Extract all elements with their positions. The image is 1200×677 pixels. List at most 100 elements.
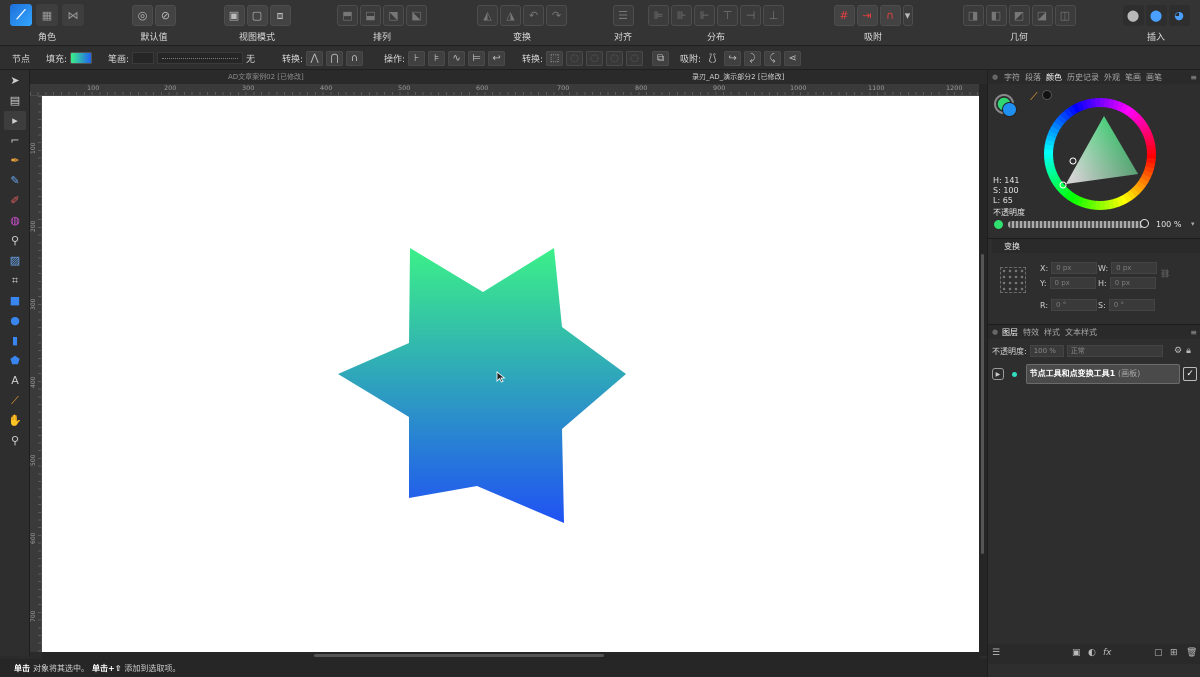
snap-option-2-icon[interactable]: ↪ — [724, 50, 742, 66]
pen-tool-icon[interactable]: ✒ — [4, 151, 26, 170]
h-input[interactable]: 0 px — [1109, 277, 1156, 289]
align-middle-icon[interactable]: ⊣ — [740, 5, 761, 26]
snap-option-3-icon[interactable]: ⤸ — [744, 50, 762, 66]
pixel-persona-icon[interactable]: ▦ — [36, 4, 58, 26]
polygon-tool-icon[interactable]: ⬟ — [4, 351, 26, 370]
artboard-canvas[interactable] — [42, 96, 980, 652]
fill-tool-icon[interactable]: ◍ — [4, 211, 26, 230]
aspect-lock-icon[interactable]: ⛓ — [1160, 269, 1170, 278]
hue-ring-segment[interactable] — [1146, 149, 1156, 155]
rotate-right-icon[interactable]: ↷ — [546, 5, 567, 26]
add-mask-icon[interactable]: ▣ — [1072, 648, 1081, 658]
layer-opacity-input[interactable]: 100 % — [1029, 345, 1064, 357]
arrange-front-icon[interactable]: ⬕ — [406, 5, 427, 26]
tab-color[interactable]: 颜色 — [1046, 72, 1062, 83]
align-center-icon[interactable]: ⊪ — [671, 5, 692, 26]
fx-icon[interactable]: fx — [1103, 648, 1112, 658]
transform-option-2-icon[interactable]: ◌ — [586, 50, 604, 66]
align-left-icon[interactable]: ⊫ — [648, 5, 669, 26]
smooth-node-icon[interactable]: ⋂ — [326, 50, 344, 66]
opacity-slider[interactable] — [1008, 221, 1144, 228]
shear-input[interactable]: 0 ° — [1108, 299, 1155, 311]
panel-menu-icon[interactable]: ≡ — [1190, 73, 1197, 82]
rectangle-tool-icon[interactable]: ■ — [4, 291, 26, 310]
corner-tool-icon[interactable]: ⌐ — [4, 131, 26, 150]
tab-paragraph[interactable]: 段落 — [1025, 72, 1041, 83]
brush-tool-icon[interactable]: ✐ — [4, 191, 26, 210]
break-curve-icon[interactable]: ⊦ — [408, 50, 426, 66]
expand-layer-icon[interactable]: ▶ — [992, 368, 1004, 380]
adjustment-icon[interactable]: ◐ — [1088, 648, 1096, 658]
tab-brushes[interactable]: 画笔 — [1146, 72, 1162, 83]
tab-stroke[interactable]: 笔画 — [1125, 72, 1141, 83]
horizontal-scrollbar[interactable] — [42, 652, 980, 659]
reverse-curve-icon[interactable]: ↩ — [488, 50, 506, 66]
opacity-value[interactable]: 100 % — [1156, 220, 1181, 229]
crop-tool-icon[interactable]: ⌗ — [4, 271, 26, 290]
designer-persona-icon[interactable]: ⟋ — [10, 4, 32, 26]
arrange-forward-icon[interactable]: ⬔ — [383, 5, 404, 26]
document-tab-1[interactable]: AD文章案例02 [已修改] — [228, 72, 304, 82]
arrange-back-icon[interactable]: ⬒ — [337, 5, 358, 26]
transform-option-5-icon[interactable]: ⧉ — [652, 50, 670, 66]
transparency-tool-icon[interactable]: ⚲ — [4, 231, 26, 250]
view-mode-outline-icon[interactable]: ▢ — [246, 5, 268, 26]
transform-mode-icon[interactable]: ⬚ — [546, 50, 564, 66]
transform-option-1-icon[interactable]: ◌ — [566, 50, 584, 66]
insert-inside-icon[interactable]: ◕ — [1168, 5, 1190, 26]
fill-swatch[interactable] — [70, 52, 93, 64]
snap-grid-icon[interactable]: # — [833, 5, 855, 26]
geometry-xor-icon[interactable]: ◪ — [1031, 5, 1053, 26]
snapping-magnet-icon[interactable]: ∩ — [879, 5, 901, 26]
anchor-point-grid[interactable] — [1000, 267, 1026, 293]
tab-layers[interactable]: 图层 — [1002, 327, 1018, 338]
node-tool-icon[interactable]: ▸ — [4, 111, 26, 130]
smart-node-icon[interactable]: ∩ — [346, 50, 364, 66]
add-group-icon[interactable]: ⊞ — [1170, 648, 1178, 658]
y-input[interactable]: 0 px — [1049, 277, 1096, 289]
snap-option-1-icon[interactable]: ⟅⟆ — [704, 51, 721, 66]
gear-icon[interactable]: ⚙ — [1174, 346, 1182, 356]
layers-stack-icon[interactable]: ☰ — [992, 648, 1000, 658]
zoom-tool-icon[interactable]: ⚲ — [4, 431, 26, 450]
stroke-swatch[interactable] — [132, 52, 155, 64]
hue-ring-segment[interactable] — [1044, 153, 1054, 159]
join-curves-icon[interactable]: ⊨ — [468, 50, 486, 66]
rotate-left-icon[interactable]: ↶ — [523, 5, 544, 26]
eyedropper-icon[interactable]: ⟋ — [1030, 90, 1038, 104]
transform-option-4-icon[interactable]: ◌ — [626, 50, 644, 66]
transform-option-3-icon[interactable]: ◌ — [606, 50, 624, 66]
vertical-scrollbar[interactable] — [979, 84, 987, 656]
opacity-dropdown-icon[interactable]: ▾ — [1191, 220, 1195, 228]
layer-name[interactable]: 节点工具和点变换工具1 (画板) — [1025, 364, 1181, 384]
panel-close-icon[interactable]: ● — [992, 328, 998, 336]
panel-close-icon[interactable]: ● — [992, 73, 998, 81]
flip-horizontal-icon[interactable]: ◭ — [477, 5, 498, 26]
geometry-intersect-icon[interactable]: ◩ — [1008, 5, 1030, 26]
insert-top-icon[interactable]: ⬤ — [1145, 5, 1167, 26]
geometry-add-icon[interactable]: ◨ — [962, 5, 984, 26]
layer-row[interactable]: ▶ 节点工具和点变换工具1 (画板) ✓ — [992, 363, 1197, 385]
add-layer-icon[interactable]: ▢ — [1154, 648, 1163, 658]
text-tool-icon[interactable]: A — [4, 371, 26, 390]
panel-menu-icon[interactable]: ≡ — [1190, 328, 1197, 337]
snap-option-5-icon[interactable]: ⋖ — [784, 50, 802, 66]
geometry-divide-icon[interactable]: ◫ — [1054, 5, 1076, 26]
sharp-node-icon[interactable]: ⋀ — [306, 50, 324, 66]
export-persona-icon[interactable]: ⋈ — [62, 4, 84, 26]
pencil-tool-icon[interactable]: ✎ — [4, 171, 26, 190]
snapping-dropdown-icon[interactable]: ▾ — [902, 5, 913, 26]
color-picker-tool-icon[interactable]: ⟋ — [4, 391, 26, 410]
ellipse-tool-icon[interactable]: ● — [4, 311, 26, 330]
sync-defaults-icon[interactable]: ◎ — [132, 5, 153, 26]
layer-visibility-checkbox[interactable]: ✓ — [1183, 367, 1197, 381]
artboard-tool-icon[interactable]: ▤ — [4, 91, 26, 110]
scroll-thumb[interactable] — [981, 254, 984, 554]
geometry-subtract-icon[interactable]: ◧ — [985, 5, 1007, 26]
stroke-color-swatch[interactable] — [1002, 102, 1017, 117]
insert-behind-icon[interactable]: ⬤ — [1122, 5, 1144, 26]
document-tab-2[interactable]: 录刃_AD_演示部分2 [已修改] — [692, 72, 784, 82]
lock-icon[interactable]: 🔒︎ — [1186, 346, 1191, 356]
tab-styles[interactable]: 样式 — [1044, 327, 1060, 338]
opacity-slider-knob[interactable] — [1140, 219, 1149, 228]
